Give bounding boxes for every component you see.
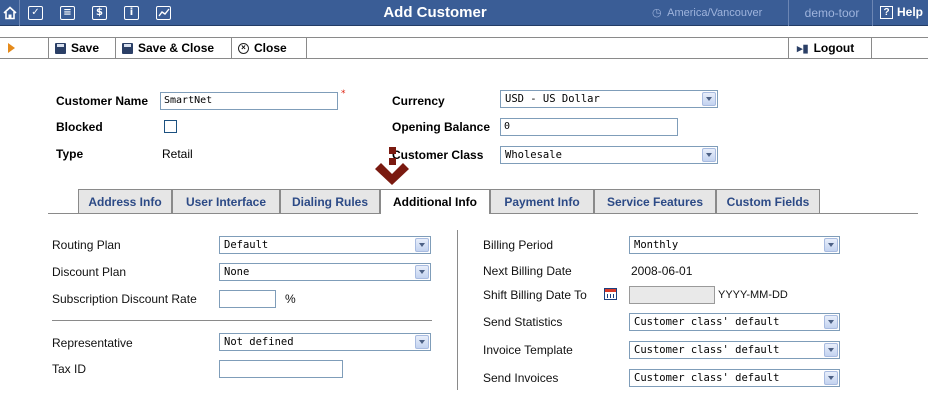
next-billing-date-value: 2008-06-01 <box>631 264 693 278</box>
tab-user-interface[interactable]: User Interface <box>172 189 280 213</box>
tab-additional-info[interactable]: Additional Info <box>380 189 490 214</box>
representative-select[interactable]: Not defined <box>219 333 431 351</box>
blocked-label: Blocked <box>56 120 103 134</box>
logout-icon: ▸▮ <box>797 42 809 55</box>
save-close-button[interactable]: Save & Close <box>115 38 231 58</box>
customer-name-label: Customer Name <box>56 94 149 108</box>
top-bar: ✓ ≡ $ i Add Customer ◷ America/Vancouver… <box>0 0 928 26</box>
invoice-template-label: Invoice Template <box>483 343 573 357</box>
chevron-down-icon <box>415 265 429 279</box>
action-toolbar: Save Save & Close × Close ▸▮ Logout <box>0 37 928 59</box>
currency-select[interactable]: USD - US Dollar <box>500 90 718 108</box>
help-label: Help <box>897 5 924 19</box>
chevron-down-icon <box>824 315 838 329</box>
logout-label: Logout <box>813 41 855 55</box>
timezone-link[interactable]: ◷ America/Vancouver <box>652 6 762 19</box>
type-value: Retail <box>162 147 193 161</box>
tab-dialing-rules[interactable]: Dialing Rules <box>280 189 380 213</box>
billing-period-value: Monthly <box>634 239 679 251</box>
discount-plan-select[interactable]: None <box>219 263 431 281</box>
chevron-down-icon <box>702 148 716 162</box>
routing-plan-value: Default <box>224 239 269 251</box>
chart-icon[interactable] <box>156 6 171 20</box>
chevron-down-icon <box>824 371 838 385</box>
logout-button[interactable]: ▸▮ Logout <box>788 38 872 58</box>
send-statistics-value: Customer class' default <box>634 316 780 328</box>
opening-balance-input[interactable]: 0 <box>500 118 678 136</box>
customer-class-value: Wholesale <box>505 149 562 161</box>
required-marker: * <box>341 89 346 99</box>
chevron-down-icon <box>702 92 716 106</box>
send-statistics-select[interactable]: Customer class' default <box>629 313 840 331</box>
tab-service-features[interactable]: Service Features <box>594 189 716 213</box>
page-title: Add Customer <box>383 4 487 21</box>
discount-plan-label: Discount Plan <box>52 265 127 279</box>
topbar-divider <box>872 0 873 26</box>
help-button[interactable]: ? Help <box>880 5 923 19</box>
currency-label: Currency <box>392 94 445 108</box>
close-icon: × <box>238 42 249 54</box>
opening-balance-label: Opening Balance <box>392 120 491 134</box>
percent-sign: % <box>285 292 296 306</box>
tab-address-info[interactable]: Address Info <box>78 189 172 213</box>
save-close-label: Save & Close <box>138 41 215 55</box>
topbar-divider <box>788 0 789 26</box>
close-button[interactable]: × Close <box>231 38 307 58</box>
chevron-down-icon <box>824 343 838 357</box>
timezone-label: America/Vancouver <box>667 7 763 19</box>
representative-value: Not defined <box>224 336 294 348</box>
customer-name-input[interactable]: SmartNet <box>160 92 338 110</box>
routing-plan-label: Routing Plan <box>52 238 121 252</box>
routing-plan-select[interactable]: Default <box>219 236 431 254</box>
tariff-icon[interactable]: ≡ <box>60 6 75 20</box>
chevron-down-icon <box>824 238 838 252</box>
tax-id-input[interactable] <box>219 360 343 378</box>
representative-label: Representative <box>52 336 133 350</box>
chevron-down-icon <box>415 238 429 252</box>
info-icon[interactable]: i <box>124 6 139 20</box>
tab-payment-info[interactable]: Payment Info <box>490 189 594 213</box>
disk-icon <box>55 42 66 54</box>
tax-id-label: Tax ID <box>52 362 87 376</box>
dollar-icon[interactable]: $ <box>92 6 107 20</box>
close-label: Close <box>254 41 287 55</box>
send-invoices-value: Customer class' default <box>634 372 780 384</box>
save-label: Save <box>71 41 100 55</box>
billing-period-label: Billing Period <box>483 238 554 252</box>
shift-billing-date-label: Shift Billing Date To <box>483 288 587 302</box>
disk-icon <box>122 42 133 54</box>
discount-plan-value: None <box>224 266 250 278</box>
subscription-discount-label: Subscription Discount Rate <box>52 292 197 306</box>
tab-custom-fields[interactable]: Custom Fields <box>716 189 820 213</box>
currency-value: USD - US Dollar <box>505 93 600 105</box>
billing-period-select[interactable]: Monthly <box>629 236 840 254</box>
section-divider <box>52 320 432 321</box>
chevron-down-icon <box>415 335 429 349</box>
toolbar-arrow-icon <box>8 43 15 53</box>
send-statistics-label: Send Statistics <box>483 315 563 329</box>
invoice-template-value: Customer class' default <box>634 344 780 356</box>
save-button[interactable]: Save <box>48 38 115 58</box>
home-button[interactable] <box>0 0 20 26</box>
type-label: Type <box>56 147 84 161</box>
calendar-icon[interactable] <box>604 288 617 300</box>
shift-billing-date-input[interactable] <box>629 286 715 304</box>
subscription-discount-input[interactable] <box>219 290 276 308</box>
user-name[interactable]: demo-toor <box>796 6 868 20</box>
checklist-icon[interactable]: ✓ <box>28 6 43 20</box>
send-invoices-label: Send Invoices <box>483 371 559 385</box>
clock-icon: ◷ <box>652 7 662 19</box>
pointer-arrow-icon <box>375 147 409 185</box>
next-billing-date-label: Next Billing Date <box>483 264 572 278</box>
help-icon: ? <box>880 5 893 19</box>
date-format-hint: YYYY-MM-DD <box>718 289 788 301</box>
invoice-template-select[interactable]: Customer class' default <box>629 341 840 359</box>
blocked-checkbox[interactable] <box>164 120 177 133</box>
customer-class-select[interactable]: Wholesale <box>500 146 718 164</box>
tab-bar: Address Info User Interface Dialing Rule… <box>48 189 918 214</box>
column-divider <box>457 230 458 390</box>
send-invoices-select[interactable]: Customer class' default <box>629 369 840 387</box>
home-icon <box>2 6 17 20</box>
